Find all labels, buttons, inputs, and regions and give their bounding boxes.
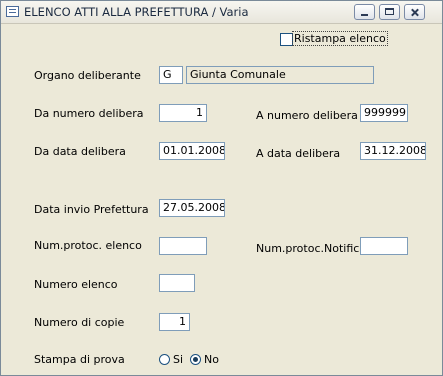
numero-copie-label: Numero di copie — [34, 316, 125, 329]
data-invio-label: Data invio Prefettura — [34, 203, 149, 216]
numero-copie-field[interactable]: 1 — [159, 313, 190, 331]
report-window: ELENCO ATTI ALLA PREFETTURA / Varia Rist… — [0, 0, 443, 376]
stampa-prova-si-label[interactable]: Si — [173, 353, 183, 366]
window-title: ELENCO ATTI ALLA PREFETTURA / Varia — [24, 5, 249, 19]
stampa-prova-label: Stampa di prova — [34, 353, 125, 366]
organo-label: Organo deliberante — [34, 69, 141, 82]
maximize-button[interactable] — [379, 4, 400, 20]
num-protoc-elenco-label: Num.protoc. elenco — [34, 239, 142, 252]
a-numero-field[interactable]: 999999 — [360, 104, 408, 122]
da-data-field[interactable]: 01.01.2008 — [159, 142, 225, 160]
num-protoc-elenco-field[interactable] — [159, 237, 207, 255]
numero-elenco-field[interactable] — [159, 274, 195, 292]
num-protoc-notifica-label: Num.protoc.Notifica — [256, 242, 367, 255]
num-protoc-notifica-field[interactable] — [360, 237, 408, 255]
a-data-label: A data delibera — [256, 147, 341, 160]
a-data-field[interactable]: 31.12.2008 — [360, 142, 426, 160]
stampa-prova-no-label[interactable]: No — [204, 353, 219, 366]
da-numero-label: Da numero delibera — [34, 107, 144, 120]
minimize-button[interactable] — [354, 4, 375, 20]
ristampa-checkbox[interactable] — [280, 33, 293, 46]
title-bar[interactable]: ELENCO ATTI ALLA PREFETTURA / Varia — [1, 1, 442, 24]
da-numero-field[interactable]: 1 — [159, 104, 207, 122]
form-icon — [6, 6, 19, 17]
stampa-prova-si-radio[interactable] — [159, 354, 170, 365]
data-invio-field[interactable]: 27.05.2008 — [159, 199, 225, 217]
a-numero-label: A numero delibera — [256, 109, 358, 122]
numero-elenco-label: Numero elenco — [34, 278, 118, 291]
stampa-prova-no-radio[interactable] — [190, 354, 201, 365]
organo-code-field[interactable]: G — [159, 66, 183, 84]
ristampa-label[interactable]: Ristampa elenco — [292, 31, 388, 46]
organo-name-field: Giunta Comunale — [186, 66, 374, 84]
close-button[interactable] — [404, 4, 425, 20]
da-data-label: Da data delibera — [34, 145, 126, 158]
